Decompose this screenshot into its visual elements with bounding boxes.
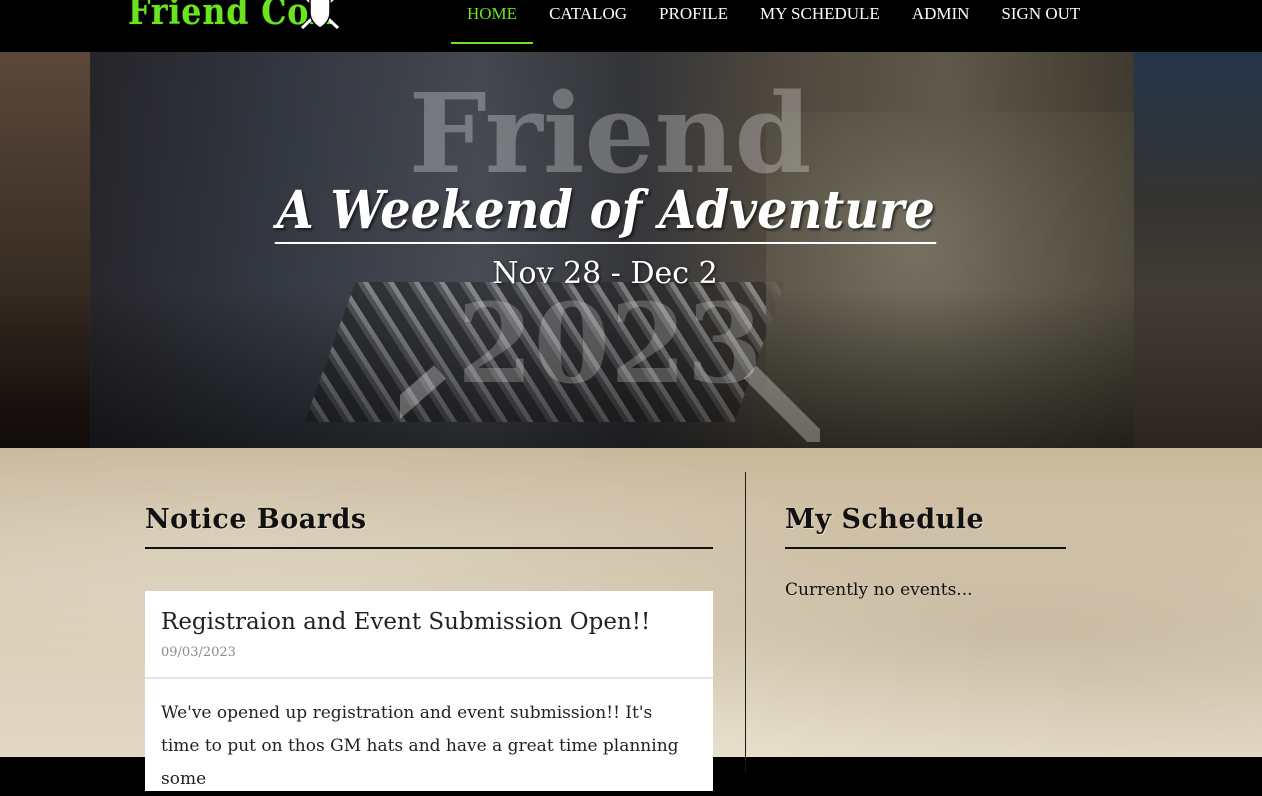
nav-admin[interactable]: ADMIN <box>896 0 986 44</box>
my-schedule-rule <box>785 547 1066 549</box>
notice-body: We've opened up registration and event s… <box>161 703 679 789</box>
main-nav: HOME CATALOG PROFILE MY SCHEDULE ADMIN S… <box>451 0 1096 44</box>
brand-logo[interactable]: Friend Con <box>128 0 361 36</box>
nav-home[interactable]: HOME <box>451 0 534 44</box>
notice-boards-rule <box>145 547 713 549</box>
event-watermark-logo: Friend 2023 <box>400 69 820 442</box>
notice-boards-heading: Notice Boards <box>145 504 367 535</box>
notice-title: Registraion and Event Submission Open!! <box>161 609 651 635</box>
watermark-year: 2023 <box>457 279 763 408</box>
watermark-word: Friend <box>409 69 812 198</box>
shield-swords-icon <box>300 0 340 30</box>
hero-title: A Weekend of Adventure <box>0 180 1212 244</box>
nav-sign-out[interactable]: SIGN OUT <box>985 0 1096 44</box>
notice-divider <box>145 677 713 679</box>
notice-card: Registraion and Event Submission Open!! … <box>145 591 713 791</box>
main-content: Notice Boards Registraion and Event Subm… <box>0 448 1262 791</box>
nav-catalog[interactable]: CATALOG <box>533 0 643 44</box>
top-navbar: Friend Con HOME CATALOG PROFILE MY SCHED… <box>0 0 1262 52</box>
hero-title-text: A Weekend of Adventure <box>275 180 937 244</box>
schedule-empty-message: Currently no events... <box>785 580 973 600</box>
hero-dates: Nov 28 - Dec 2 <box>492 256 718 291</box>
my-schedule-heading: My Schedule <box>785 504 985 535</box>
notice-date: 09/03/2023 <box>161 645 236 660</box>
hero-banner: Friend 2023 A Weekend of Adventure Nov 2… <box>0 52 1262 448</box>
nav-my-schedule[interactable]: MY SCHEDULE <box>744 0 896 44</box>
nav-profile[interactable]: PROFILE <box>643 0 744 44</box>
column-divider <box>745 472 746 772</box>
